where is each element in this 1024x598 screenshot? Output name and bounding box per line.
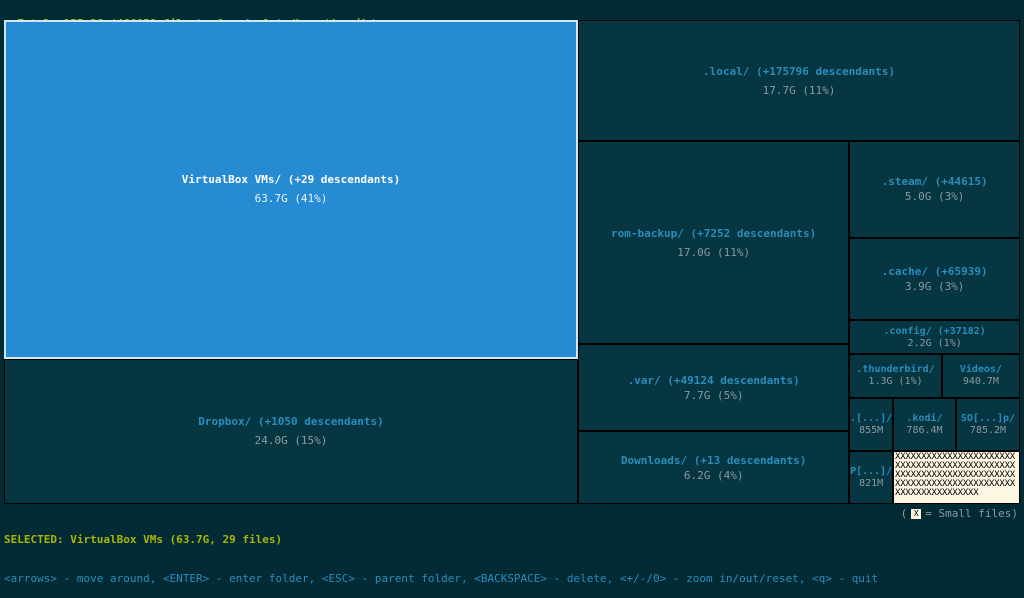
cell-size: 7.7G (5%) xyxy=(684,389,744,402)
legend-text: = Small files) xyxy=(925,507,1018,520)
cell-virtualbox-vms[interactable]: VirtualBox VMs/ (+29 descendants) 63.7G … xyxy=(4,20,578,359)
cell-name: P[...]/ xyxy=(850,466,892,477)
cell-size: 855M xyxy=(859,425,883,436)
cell-name: .var/ (+49124 descendants) xyxy=(628,374,800,387)
cell-cache[interactable]: .cache/ (+65939) 3.9G (3%) xyxy=(849,238,1020,320)
cell-name: .cache/ (+65939) xyxy=(882,265,988,278)
cell-size: 821M xyxy=(859,478,883,489)
cell-size: 1.3G (1%) xyxy=(868,376,922,387)
cell-dropbox[interactable]: Dropbox/ (+1050 descendants) 24.0G (15%) xyxy=(4,359,578,504)
cell-downloads[interactable]: Downloads/ (+13 descendants) 6.2G (4%) xyxy=(578,431,849,504)
cell-size: 17.7G (11%) xyxy=(763,84,836,97)
cell-videos[interactable]: Videos/ 940.7M xyxy=(942,354,1020,398)
treemap: VirtualBox VMs/ (+29 descendants) 63.7G … xyxy=(4,20,1020,504)
cell-name: .local/ (+175796 descendants) xyxy=(703,65,895,78)
cell-size: 17.0G (11%) xyxy=(677,246,750,259)
cell-size: 786.4M xyxy=(906,425,942,436)
cell-p[interactable]: P[...]/ 821M xyxy=(849,451,893,504)
cell-dots[interactable]: .[...]/ 855M xyxy=(849,398,893,451)
cell-name: Dropbox/ (+1050 descendants) xyxy=(198,415,383,428)
cell-config[interactable]: .config/ (+37182) 2.2G (1%) xyxy=(849,320,1020,354)
cell-name: rom-backup/ (+7252 descendants) xyxy=(611,227,816,240)
cell-size: 785.2M xyxy=(970,425,1006,436)
cell-size: 6.2G (4%) xyxy=(684,469,744,482)
cell-name: .kodi/ xyxy=(906,413,942,424)
cell-name: Videos/ xyxy=(960,364,1002,375)
cell-steam[interactable]: .steam/ (+44615) 5.0G (3%) xyxy=(849,141,1020,238)
status-bar: Total: 155.3G (466058 files), freed: 0 |… xyxy=(0,0,1024,16)
cell-size: 63.7G (41%) xyxy=(255,192,328,205)
cell-thunderbird[interactable]: .thunderbird/ 1.3G (1%) xyxy=(849,354,941,398)
cell-name: .config/ (+37182) xyxy=(883,326,985,337)
cell-kodi[interactable]: .kodi/ 786.4M xyxy=(893,398,956,451)
cell-name: .[...]/ xyxy=(850,413,892,424)
cell-size: 24.0G (15%) xyxy=(255,434,328,447)
cell-rom-backup[interactable]: rom-backup/ (+7252 descendants) 17.0G (1… xyxy=(578,141,849,344)
cell-sop[interactable]: SO[...]p/ 785.2M xyxy=(956,398,1020,451)
small-files-region[interactable]: XXXXXXXXXXXXXXXXXXXXXXXXXXXXXXXXXXXXXXXX… xyxy=(893,451,1020,504)
footer: SELECTED: VirtualBox VMs (63.7G, 29 file… xyxy=(0,506,1024,534)
cell-size: 940.7M xyxy=(963,376,999,387)
cell-var[interactable]: .var/ (+49124 descendants) 7.7G (5%) xyxy=(578,344,849,431)
cell-name: Downloads/ (+13 descendants) xyxy=(621,454,806,467)
cell-name: .steam/ (+44615) xyxy=(882,175,988,188)
small-files-legend: (X = Small files) xyxy=(901,507,1018,520)
cell-size: 3.9G (3%) xyxy=(905,280,965,293)
cell-name: SO[...]p/ xyxy=(961,413,1015,424)
cell-name: .thunderbird/ xyxy=(856,364,934,375)
cell-size: 2.2G (1%) xyxy=(908,338,962,349)
cell-local[interactable]: .local/ (+175796 descendants) 17.7G (11%… xyxy=(578,20,1020,141)
cell-name: VirtualBox VMs/ (+29 descendants) xyxy=(182,173,401,186)
keyboard-help: <arrows> - move around, <ENTER> - enter … xyxy=(4,572,1020,585)
selected-info: SELECTED: VirtualBox VMs (63.7G, 29 file… xyxy=(4,533,1020,546)
small-files-swatch: X xyxy=(911,509,921,519)
cell-size: 5.0G (3%) xyxy=(905,190,965,203)
